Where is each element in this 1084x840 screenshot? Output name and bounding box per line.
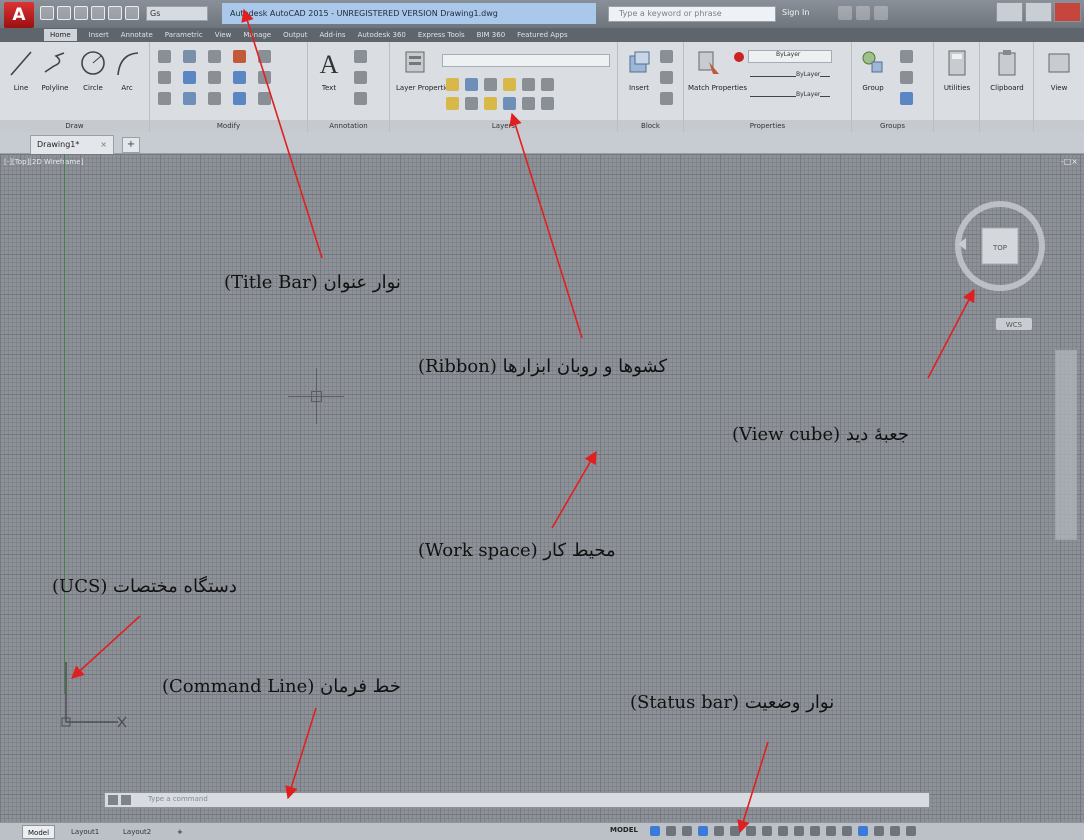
work-space-callout: محیط کار (Work space) — [418, 540, 616, 561]
ucs-callout: دستگاه مختصات (UCS) — [52, 576, 237, 597]
status-bar-callout: نوار وضعیت (Status bar) — [630, 692, 835, 713]
ucs-arrow — [71, 615, 141, 679]
view-cube-arrow — [927, 288, 975, 379]
view-cube-callout: جعبهٔ دید (View cube) — [732, 424, 909, 445]
title-bar-arrow — [241, 8, 323, 259]
annotation-overlay — [71, 8, 975, 834]
ribbon-arrow — [509, 112, 583, 339]
autocad-window: A Gs Autodesk AutoCAD 2015 - UNREGISTERE… — [0, 0, 1084, 840]
status-bar-arrow — [737, 741, 769, 834]
work-space-arrow — [551, 450, 597, 529]
command-line-callout: خط فرمان (Command Line) — [162, 676, 401, 697]
title-bar-callout: نوار عنوان (Title Bar) — [224, 272, 401, 293]
command-line-arrow — [285, 707, 317, 800]
ribbon-callout: کشوها و روبان ابزارها (Ribbon) — [418, 356, 668, 377]
